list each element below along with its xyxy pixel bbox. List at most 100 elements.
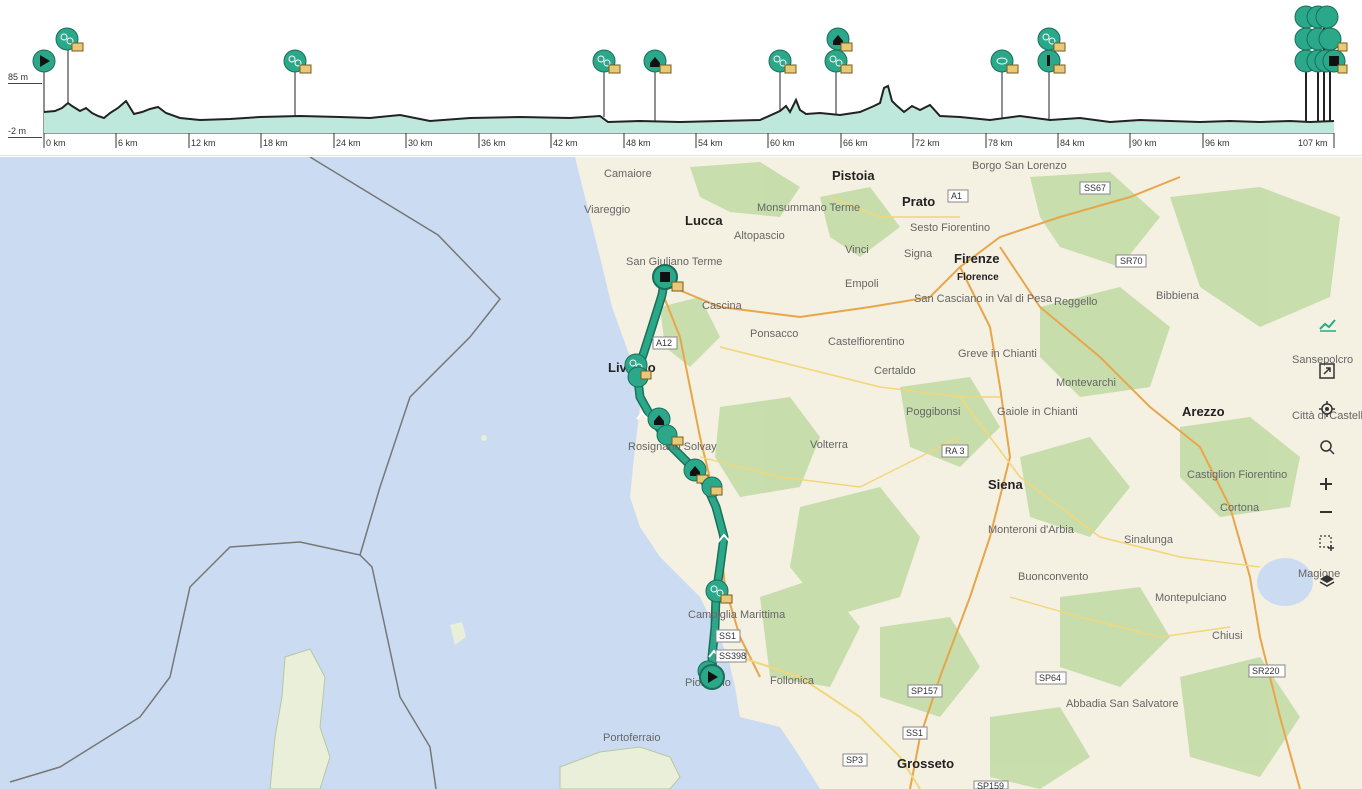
road-shield: SS1 xyxy=(902,726,928,740)
km-tick-labels: 0 km 6 km 12 km 18 km 24 km 30 km 36 km … xyxy=(46,138,1328,148)
city-label: Lucca xyxy=(685,213,723,228)
city-label: Grosseto xyxy=(897,756,954,771)
start-marker[interactable] xyxy=(32,49,56,112)
layers-button[interactable] xyxy=(1318,572,1350,602)
town-label: Viareggio xyxy=(584,204,630,216)
town-label: Gaiole in Chianti xyxy=(997,406,1078,418)
city-label: Prato xyxy=(902,194,935,209)
road-shield: SP159 xyxy=(973,780,1009,789)
town-label: Empoli xyxy=(845,278,879,290)
svg-text:SR70: SR70 xyxy=(1120,256,1143,266)
elevation-profile[interactable]: 85 m -2 m 0 km 6 km 12 km 18 km 24 km 30… xyxy=(0,0,1362,156)
town-label: Reggello xyxy=(1054,296,1097,308)
zoom-out-button[interactable] xyxy=(1318,504,1350,534)
chart-line-icon xyxy=(1319,319,1336,332)
elevation-chart[interactable]: 0 km 6 km 12 km 18 km 24 km 30 km 36 km … xyxy=(0,0,1362,156)
km-tick-label: 24 km xyxy=(336,138,361,148)
map-view[interactable]: A1 SS67 SR70 A12 RA 3 SS1 SS398 SP157 SP… xyxy=(0,157,1362,789)
road-shield: SS1 xyxy=(715,629,741,643)
town-label: Chiusi xyxy=(1212,630,1243,642)
town-label: Bibbiena xyxy=(1156,290,1200,302)
fullscreen-button[interactable] xyxy=(1318,362,1350,392)
town-label: Ponsacco xyxy=(750,328,798,340)
town-label: Poggibonsi xyxy=(906,406,960,418)
town-label: Certaldo xyxy=(874,365,916,377)
km-tick-label: 72 km xyxy=(915,138,940,148)
town-label: Cortona xyxy=(1220,502,1260,514)
waypoint-marker[interactable] xyxy=(55,27,84,104)
town-label: Sinalunga xyxy=(1124,534,1174,546)
svg-text:SP64: SP64 xyxy=(1039,673,1061,683)
city-label: Siena xyxy=(988,477,1023,492)
km-tick-label: 42 km xyxy=(553,138,578,148)
search-icon xyxy=(1320,440,1335,455)
end-marker-cluster[interactable] xyxy=(1294,5,1348,121)
waypoint-marker[interactable] xyxy=(1037,27,1066,120)
town-label: Volterra xyxy=(810,439,849,451)
city-label: Arezzo xyxy=(1182,404,1225,419)
km-tick-label: 12 km xyxy=(191,138,216,148)
plus-icon xyxy=(1320,478,1332,490)
town-label: Altopascio xyxy=(734,230,785,242)
svg-text:SS67: SS67 xyxy=(1084,183,1106,193)
svg-text:SP3: SP3 xyxy=(846,755,863,765)
crosshair-icon xyxy=(1319,401,1335,417)
elevation-profile-toggle[interactable] xyxy=(1318,317,1350,347)
town-label: Follonica xyxy=(770,675,815,687)
road-shield: SS67 xyxy=(1079,181,1111,195)
town-label: Abbadia San Salvatore xyxy=(1066,698,1179,710)
elevation-area xyxy=(44,86,1334,133)
svg-text:SR220: SR220 xyxy=(1252,666,1280,676)
town-label: Montepulciano xyxy=(1155,592,1227,604)
town-label: Camaiore xyxy=(604,168,652,180)
km-tick-label: 6 km xyxy=(118,138,138,148)
profile-waypoints[interactable] xyxy=(32,5,1348,121)
waypoint-marker[interactable] xyxy=(824,49,853,74)
svg-text:SS1: SS1 xyxy=(906,728,923,738)
lake-trasimeno xyxy=(1257,558,1313,606)
locate-button[interactable] xyxy=(1318,400,1350,430)
km-tick-label: 66 km xyxy=(843,138,868,148)
search-button[interactable] xyxy=(1318,438,1350,468)
svg-text:A12: A12 xyxy=(656,338,672,348)
road-shield: SS398 xyxy=(715,649,747,663)
km-tick-label: 60 km xyxy=(770,138,795,148)
town-label: San Giuliano Terme xyxy=(626,256,722,268)
town-label: Montevarchi xyxy=(1056,377,1116,389)
town-label: Monteroni d'Arbia xyxy=(988,524,1075,536)
road-shield: SP64 xyxy=(1035,671,1067,685)
road-shield: SR220 xyxy=(1248,664,1286,678)
km-tick-label: 48 km xyxy=(626,138,651,148)
waypoint-marker[interactable] xyxy=(592,49,621,117)
select-area-button[interactable] xyxy=(1318,534,1350,564)
km-tick-label: 36 km xyxy=(481,138,506,148)
town-label: Signa xyxy=(904,248,933,260)
city-label: Firenze xyxy=(954,251,1000,266)
town-label: Castiglion Fiorentino xyxy=(1187,469,1287,481)
svg-text:SS1: SS1 xyxy=(719,631,736,641)
town-label: Portoferraio xyxy=(603,732,660,744)
zoom-in-button[interactable] xyxy=(1318,476,1350,506)
town-label: San Casciano in Val di Pesa xyxy=(914,293,1053,305)
city-label: Florence xyxy=(957,272,999,283)
km-tick-label: 90 km xyxy=(1132,138,1157,148)
waypoint-marker[interactable] xyxy=(768,49,797,111)
km-tick-label: 54 km xyxy=(698,138,723,148)
expand-icon xyxy=(1319,363,1335,379)
km-tick-label: 78 km xyxy=(988,138,1013,148)
town-label: Campiglia Marittima xyxy=(688,609,786,621)
waypoint-marker[interactable] xyxy=(283,49,312,116)
map-canvas[interactable]: A1 SS67 SR70 A12 RA 3 SS1 SS398 SP157 SP… xyxy=(0,157,1362,789)
city-label: Pistoia xyxy=(832,168,875,183)
town-label: Sesto Fiorentino xyxy=(910,222,990,234)
svg-text:SS398: SS398 xyxy=(719,651,746,661)
waypoint-marker[interactable] xyxy=(643,49,672,121)
km-tick-label: 30 km xyxy=(408,138,433,148)
svg-text:A1: A1 xyxy=(951,191,962,201)
town-label: Buonconvento xyxy=(1018,571,1088,583)
waypoint-marker[interactable] xyxy=(990,49,1019,118)
island xyxy=(481,435,487,441)
km-tick-label: 96 km xyxy=(1205,138,1230,148)
svg-text:SP157: SP157 xyxy=(911,686,938,696)
km-tick-label: 18 km xyxy=(263,138,288,148)
